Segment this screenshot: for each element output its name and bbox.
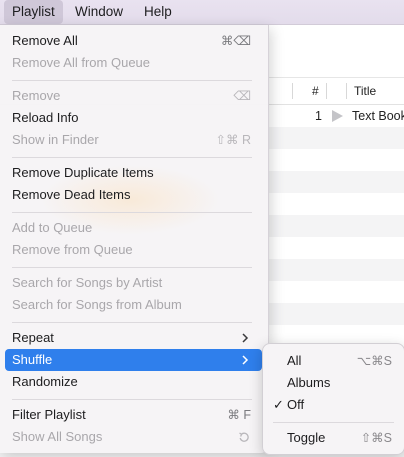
menu-bar: Playlist Window Help xyxy=(0,0,404,25)
submenu-item-off[interactable]: ✓ Off xyxy=(267,394,400,416)
menu-item-add-to-queue: Add to Queue xyxy=(12,220,93,235)
shortcut: ⌘⌫ xyxy=(220,34,251,48)
track-title: Text Book xyxy=(352,109,404,123)
menu-separator xyxy=(273,422,394,423)
menu-item-reload-info[interactable]: Reload Info xyxy=(5,107,262,129)
track-number: 1 xyxy=(315,109,322,123)
menu-item-remove-dead-items[interactable]: Remove Dead Items xyxy=(5,184,262,206)
menu-item-show-all-songs: Show All Songs xyxy=(5,426,262,448)
menu-separator xyxy=(12,267,252,268)
shortcut: ⌫ xyxy=(233,89,251,103)
column-divider xyxy=(292,83,293,99)
menu-item-search-songs-by-artist: Search for Songs by Artist xyxy=(12,275,163,290)
play-icon[interactable] xyxy=(331,110,343,122)
menu-item-remove: Remove ⌫ xyxy=(5,85,262,107)
shuffle-submenu: All ⌥⌘S Albums ✓ Off Toggle ⇧⌘S xyxy=(262,343,404,455)
shortcut: ⇧⌘S xyxy=(360,431,392,445)
chevron-right-icon xyxy=(242,333,249,343)
column-divider xyxy=(326,83,327,99)
menu-item-search-songs-from-album: Search for Songs from Album xyxy=(12,297,182,312)
menu-separator xyxy=(12,157,252,158)
menu-item-randomize[interactable]: Randomize xyxy=(5,371,262,393)
shortcut: ⇧⌘ R xyxy=(215,133,251,147)
undo-arrow-icon xyxy=(239,432,249,442)
menu-item-repeat[interactable]: Repeat xyxy=(5,327,262,349)
menu-separator xyxy=(12,322,252,323)
menu-separator xyxy=(12,212,252,213)
menu-item-shuffle[interactable]: Shuffle xyxy=(5,349,262,371)
playlist-menu: Remove All ⌘⌫ Remove All from Queue Remov… xyxy=(0,25,269,453)
menubar-window[interactable]: Window xyxy=(67,0,131,24)
menubar-help[interactable]: Help xyxy=(136,0,180,24)
column-header-number[interactable]: # xyxy=(312,78,319,104)
submenu-item-toggle[interactable]: Toggle ⇧⌘S xyxy=(267,427,400,449)
menu-separator xyxy=(12,80,252,81)
menu-item-show-in-finder: Show in Finder ⇧⌘ R xyxy=(5,129,262,151)
chevron-right-icon xyxy=(242,355,249,365)
menu-item-filter-playlist[interactable]: Filter Playlist ⌘ F xyxy=(5,404,262,426)
shortcut: ⌘ F xyxy=(227,408,251,422)
submenu-item-all[interactable]: All ⌥⌘S xyxy=(267,350,400,372)
menu-item-remove-duplicate-items[interactable]: Remove Duplicate Items xyxy=(5,162,262,184)
menu-item-remove-from-queue: Remove from Queue xyxy=(12,242,133,257)
submenu-item-albums[interactable]: Albums xyxy=(267,372,400,394)
menu-item-remove-all-from-queue: Remove All from Queue xyxy=(12,55,151,70)
menu-item-remove-all[interactable]: Remove All ⌘⌫ xyxy=(5,30,262,52)
column-divider xyxy=(346,83,347,99)
column-header-title[interactable]: Title xyxy=(354,78,376,104)
shortcut: ⌥⌘S xyxy=(356,354,392,368)
menu-separator xyxy=(12,399,252,400)
menubar-playlist[interactable]: Playlist xyxy=(4,0,63,24)
checkmark-icon: ✓ xyxy=(273,397,284,412)
